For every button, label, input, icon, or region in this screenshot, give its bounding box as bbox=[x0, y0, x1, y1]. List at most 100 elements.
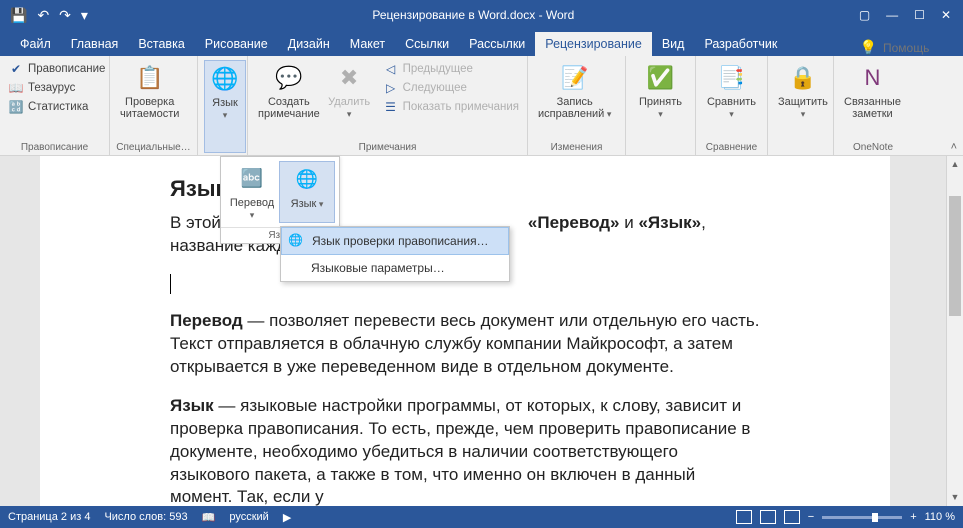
tab-file[interactable]: Файл bbox=[10, 32, 61, 56]
help-input[interactable] bbox=[883, 41, 953, 55]
zoom-out-icon[interactable]: − bbox=[808, 511, 814, 523]
minimize-icon[interactable]: — bbox=[886, 8, 898, 22]
maximize-icon[interactable]: ☐ bbox=[914, 8, 925, 22]
globe-a-icon: 🌐 bbox=[291, 164, 323, 196]
show-comments-button[interactable]: ☰Показать примечания bbox=[381, 98, 521, 116]
qat-customize-icon[interactable]: ▾ bbox=[81, 7, 88, 24]
group-comments-title: Примечания bbox=[254, 142, 521, 155]
lock-icon: 🔒 bbox=[787, 62, 819, 94]
zoom-thumb[interactable] bbox=[872, 513, 878, 522]
tab-review[interactable]: Рецензирование bbox=[535, 32, 652, 56]
new-comment-button[interactable]: 💬 Создать примечание bbox=[254, 60, 324, 142]
tab-draw[interactable]: Рисование bbox=[195, 32, 278, 56]
accessibility-icon: 📋 bbox=[134, 62, 166, 94]
vertical-scrollbar[interactable]: ▲ ▼ bbox=[946, 156, 963, 506]
group-onenote-title: OneNote bbox=[840, 142, 906, 155]
tab-references[interactable]: Ссылки bbox=[395, 32, 459, 56]
language-preferences-item[interactable]: Языковые параметры… bbox=[281, 255, 509, 281]
word-count-button[interactable]: 🔡Статистика bbox=[6, 98, 107, 116]
group-proofing-title: Правописание bbox=[6, 142, 103, 155]
window-controls: ▢ — ☐ ✕ bbox=[859, 8, 963, 22]
group-tracking: 📝 Запись исправлений Изменения bbox=[528, 56, 626, 155]
view-read-icon[interactable] bbox=[736, 510, 752, 524]
tab-mailings[interactable]: Рассылки bbox=[459, 32, 535, 56]
para-translate: Перевод — позволяет перевести весь докум… bbox=[170, 310, 760, 379]
set-proofing-language-item[interactable]: 🌐 Язык проверки правописания… bbox=[281, 227, 509, 255]
group-language-title bbox=[204, 153, 241, 155]
thesaurus-button[interactable]: 📖Тезаурус bbox=[6, 79, 107, 97]
group-protect: 🔒 Защитить bbox=[768, 56, 834, 155]
spelling-button[interactable]: ✔Правописание bbox=[6, 60, 107, 78]
quick-access-toolbar: 💾 ↶ ↷ ▾ bbox=[0, 7, 88, 24]
stats-icon: 🔡 bbox=[8, 99, 24, 115]
status-word-count[interactable]: Число слов: 593 bbox=[104, 511, 187, 523]
title-bar: 💾 ↶ ↷ ▾ Рецензирование в Word.docx - Wor… bbox=[0, 0, 963, 30]
ribbon-tabs: Файл Главная Вставка Рисование Дизайн Ма… bbox=[0, 30, 963, 56]
group-changes-title bbox=[632, 153, 689, 155]
language-submenu-button[interactable]: 🌐 Язык bbox=[279, 161, 335, 223]
status-language[interactable]: русский bbox=[229, 511, 268, 523]
translate-button[interactable]: 🔤 Перевод bbox=[225, 161, 279, 223]
language-button[interactable]: 🌐 Язык bbox=[204, 60, 246, 153]
scroll-down-icon[interactable]: ▼ bbox=[947, 489, 963, 506]
delete-comment-icon: ✖ bbox=[333, 62, 365, 94]
track-changes-button[interactable]: 📝 Запись исправлений bbox=[534, 60, 615, 142]
tab-developer[interactable]: Разработчик bbox=[694, 32, 787, 56]
document-area: Язык В этой xxxxxxxxxxxxxxxxxxxxxxxxxxxx… bbox=[0, 156, 963, 506]
accept-icon: ✅ bbox=[645, 62, 677, 94]
zoom-level[interactable]: 110 % bbox=[925, 511, 955, 523]
compare-button[interactable]: 📑 Сравнить bbox=[702, 60, 761, 142]
save-icon[interactable]: 💾 bbox=[10, 7, 27, 24]
proofing-icon: 🌐 bbox=[288, 233, 303, 247]
zoom-in-icon[interactable]: + bbox=[910, 511, 916, 523]
scroll-thumb[interactable] bbox=[949, 196, 961, 316]
view-web-icon[interactable] bbox=[784, 510, 800, 524]
onenote-icon: N bbox=[856, 62, 888, 94]
delete-comment-button[interactable]: ✖ Удалить bbox=[324, 60, 375, 142]
check-accessibility-button[interactable]: 📋 Проверка читаемости bbox=[116, 60, 183, 142]
language-submenu: 🌐 Язык проверки правописания… Языковые п… bbox=[280, 226, 510, 282]
group-proofing: ✔Правописание 📖Тезаурус 🔡Статистика Прав… bbox=[0, 56, 110, 155]
ribbon: ✔Правописание 📖Тезаурус 🔡Статистика Прав… bbox=[0, 56, 963, 156]
zoom-slider[interactable] bbox=[822, 516, 902, 519]
help-icon: 💡 bbox=[860, 39, 877, 56]
group-accessibility-title: Специальные… bbox=[116, 142, 191, 155]
accept-button[interactable]: ✅ Принять bbox=[632, 60, 689, 153]
status-bar: Страница 2 из 4 Число слов: 593 📖 русски… bbox=[0, 506, 963, 528]
tab-insert[interactable]: Вставка bbox=[128, 32, 194, 56]
status-page[interactable]: Страница 2 из 4 bbox=[8, 511, 90, 523]
linked-notes-button[interactable]: N Связанные заметки bbox=[840, 60, 905, 142]
document-page[interactable]: Язык В этой xxxxxxxxxxxxxxxxxxxxxxxxxxxx… bbox=[40, 156, 890, 506]
collapse-ribbon-icon[interactable]: ˄ bbox=[951, 141, 957, 153]
comment-icon: 💬 bbox=[273, 62, 305, 94]
show-icon: ☰ bbox=[383, 99, 399, 115]
prev-comment-button[interactable]: ◁Предыдущее bbox=[381, 60, 521, 78]
text-cursor bbox=[170, 274, 171, 294]
ribbon-display-icon[interactable]: ▢ bbox=[859, 8, 870, 22]
group-onenote: N Связанные заметки OneNote bbox=[834, 56, 912, 155]
abc-icon: ✔ bbox=[8, 61, 24, 77]
next-comment-button[interactable]: ▷Следующее bbox=[381, 79, 521, 97]
tab-view[interactable]: Вид bbox=[652, 32, 695, 56]
window-title: Рецензирование в Word.docx - Word bbox=[88, 8, 859, 22]
tab-design[interactable]: Дизайн bbox=[278, 32, 340, 56]
undo-icon[interactable]: ↶ bbox=[37, 7, 49, 24]
close-icon[interactable]: ✕ bbox=[941, 8, 951, 22]
group-compare-title: Сравнение bbox=[702, 142, 761, 155]
group-protect-title bbox=[774, 153, 827, 155]
track-icon: 📝 bbox=[559, 62, 591, 94]
group-compare: 📑 Сравнить Сравнение bbox=[696, 56, 768, 155]
prev-icon: ◁ bbox=[383, 61, 399, 77]
scroll-up-icon[interactable]: ▲ bbox=[947, 156, 963, 173]
tab-layout[interactable]: Макет bbox=[340, 32, 395, 56]
redo-icon[interactable]: ↷ bbox=[59, 7, 71, 24]
next-icon: ▷ bbox=[383, 80, 399, 96]
protect-button[interactable]: 🔒 Защитить bbox=[774, 60, 832, 153]
status-proof-icon[interactable]: 📖 bbox=[202, 511, 216, 524]
group-changes: ✅ Принять bbox=[626, 56, 696, 155]
view-print-icon[interactable] bbox=[760, 510, 776, 524]
tab-home[interactable]: Главная bbox=[61, 32, 129, 56]
para-language: Язык — языковые настройки программы, от … bbox=[170, 395, 760, 506]
status-macro-icon[interactable]: ▶ bbox=[283, 511, 291, 524]
help-search[interactable]: 💡 bbox=[860, 39, 963, 56]
